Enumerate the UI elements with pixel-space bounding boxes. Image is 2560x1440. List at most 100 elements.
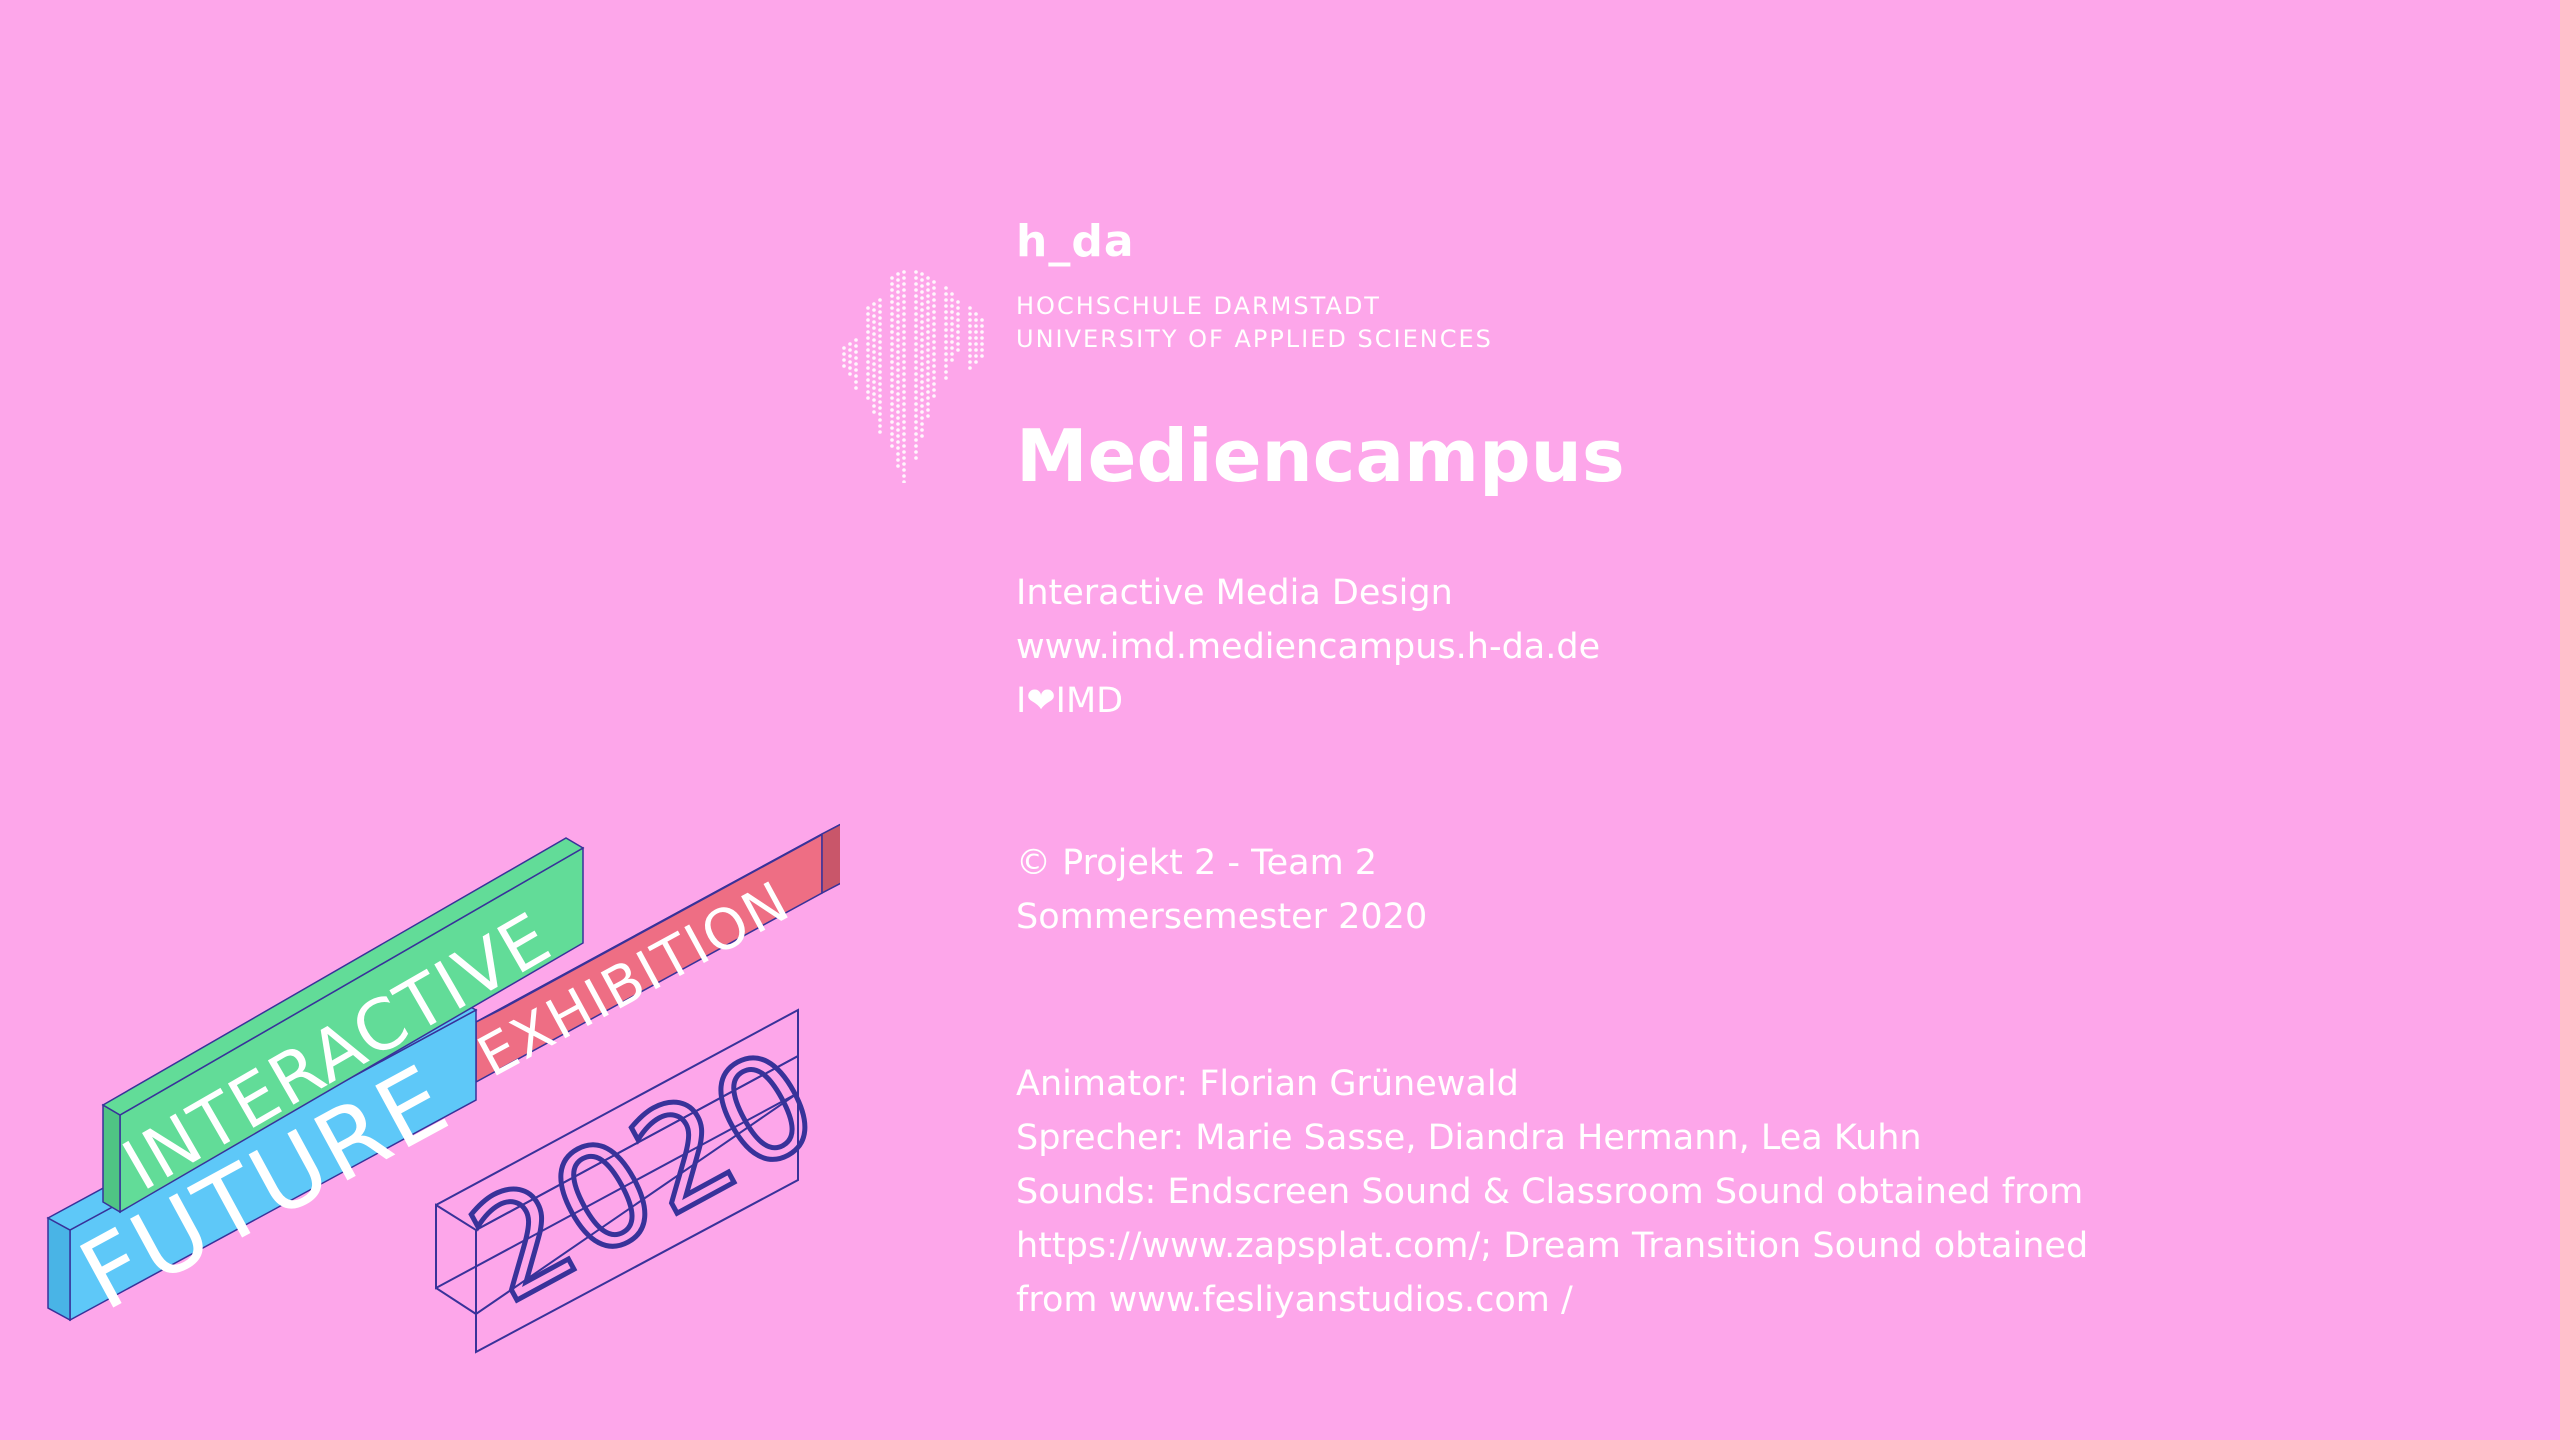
logo-dot	[926, 318, 930, 322]
logo-dot	[926, 384, 930, 388]
logo-dot	[902, 426, 906, 430]
logo-dot	[902, 480, 906, 483]
logo-dot	[878, 412, 882, 416]
logo-dot	[932, 310, 936, 314]
logo-dot	[890, 378, 894, 382]
logo-dot	[872, 332, 876, 336]
logo-dot	[896, 464, 900, 468]
logo-dot	[902, 330, 906, 334]
logo-dot	[920, 392, 924, 396]
logo-dot	[866, 342, 870, 346]
logo-dot	[896, 362, 900, 366]
logo-dot	[878, 418, 882, 422]
logo-dot	[866, 324, 870, 328]
logo-dot	[902, 450, 906, 454]
logo-dot	[890, 384, 894, 388]
credit-sounds-line1: Sounds: Endscreen Sound & Classroom Soun…	[1016, 1172, 2084, 1212]
logo-dot	[902, 456, 906, 460]
logo-dot	[926, 378, 930, 382]
logo-dot	[944, 346, 948, 350]
logo-dot	[920, 428, 924, 432]
logo-dot	[914, 384, 918, 388]
logo-dot	[866, 372, 870, 376]
logo-dot	[872, 350, 876, 354]
logo-dot	[968, 312, 972, 316]
logo-dot	[968, 342, 972, 346]
logo-dot	[932, 322, 936, 326]
logo-dot	[902, 402, 906, 406]
logo-dot	[896, 404, 900, 408]
logo-dot	[890, 396, 894, 400]
logo-dot	[914, 360, 918, 364]
logo-dot	[944, 292, 948, 296]
logo-dot	[944, 304, 948, 308]
logo-dot	[920, 296, 924, 300]
logo-dot	[950, 346, 954, 350]
logo-dot	[932, 376, 936, 380]
logo-dot	[902, 312, 906, 316]
logo-dot	[926, 408, 930, 412]
logo-dot	[974, 360, 978, 364]
logo-dot	[974, 318, 978, 322]
logo-dot	[914, 444, 918, 448]
institution-name-english: UNIVERSITY OF APPLIED SCIENCES	[1016, 325, 1493, 353]
logo-dot	[968, 330, 972, 334]
logo-dot	[920, 386, 924, 390]
logo-dot	[896, 452, 900, 456]
logo-dot	[920, 326, 924, 330]
logo-dot	[848, 354, 852, 358]
logo-dot	[914, 432, 918, 436]
logo-dot	[878, 334, 882, 338]
logo-dot	[890, 276, 894, 280]
logo-dot	[890, 414, 894, 418]
logo-dot	[914, 324, 918, 328]
logo-dot	[920, 374, 924, 378]
logo-dot	[932, 388, 936, 392]
logo-dot	[878, 346, 882, 350]
logo-dot	[956, 324, 960, 328]
logo-dot	[896, 296, 900, 300]
logo-dot	[902, 336, 906, 340]
logo-dot	[872, 380, 876, 384]
logo-dot	[902, 444, 906, 448]
logo-dot	[914, 348, 918, 352]
logo-dot	[926, 390, 930, 394]
logo-dot	[920, 356, 924, 360]
logo-dot	[914, 450, 918, 454]
logo-dot	[896, 320, 900, 324]
logo-dot	[866, 360, 870, 364]
logo-dot	[932, 364, 936, 368]
logo-dot	[944, 340, 948, 344]
logo-dot	[902, 354, 906, 358]
logo-dot	[878, 352, 882, 356]
logo-dot	[890, 354, 894, 358]
logo-dot	[914, 372, 918, 376]
logo-dot	[974, 324, 978, 328]
exhibition-logo: INTERACTIVE FUTURE EXHIBITION 2020	[46, 823, 840, 1354]
logo-dot	[932, 328, 936, 332]
logo-dot	[878, 358, 882, 362]
logo-dot	[872, 344, 876, 348]
logo-dot	[926, 414, 930, 418]
logo-dot	[896, 368, 900, 372]
logo-dot	[890, 420, 894, 424]
logo-dot	[854, 338, 858, 342]
logo-dot	[902, 276, 906, 280]
logo-dot	[914, 312, 918, 316]
logo-dot	[968, 360, 972, 364]
copyright-semester: Sommersemester 2020	[1016, 897, 1428, 937]
logo-dot	[968, 318, 972, 322]
logo-dot	[890, 330, 894, 334]
logo-dot	[902, 396, 906, 400]
logo-dot	[950, 340, 954, 344]
hda-short-name: h_da	[1016, 216, 1135, 267]
logo-dot	[944, 358, 948, 362]
logo-dot	[968, 336, 972, 340]
program-block: Interactive Media Design www.imd.medienc…	[1016, 566, 1600, 728]
logo-dot	[920, 422, 924, 426]
logo-dot	[854, 380, 858, 384]
logo-dot	[914, 438, 918, 442]
logo-dot	[914, 306, 918, 310]
program-name: Interactive Media Design	[1016, 573, 1453, 613]
logo-dot	[902, 360, 906, 364]
